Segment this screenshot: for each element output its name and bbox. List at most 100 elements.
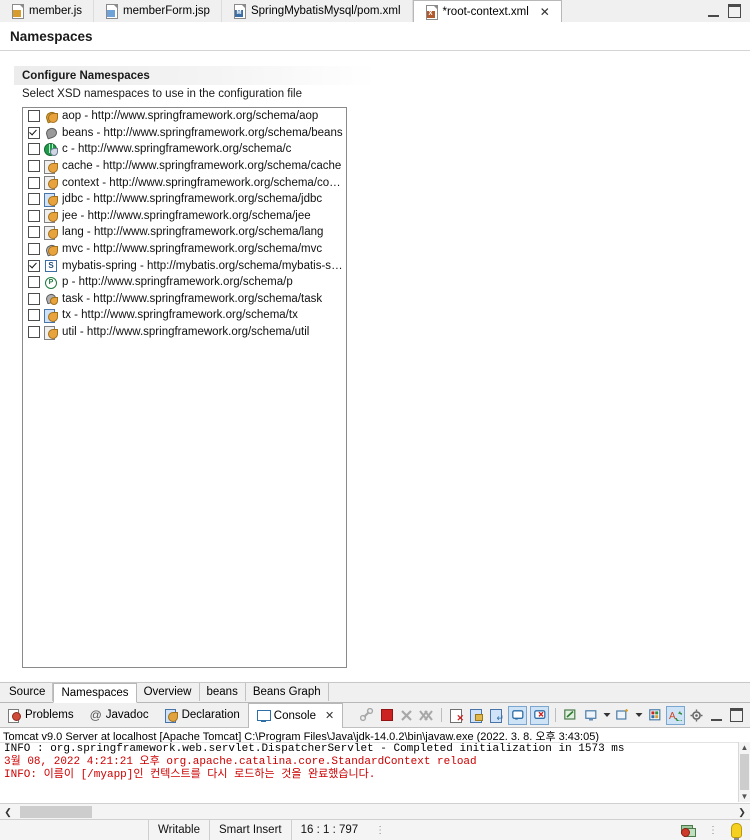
editor-tab-memberform-jsp[interactable]: memberForm.jsp xyxy=(94,0,222,22)
show-console-on-output-icon[interactable] xyxy=(508,705,527,725)
namespace-checkbox[interactable] xyxy=(28,309,40,322)
console-vscrollbar[interactable]: ▲ ▼ xyxy=(738,742,750,802)
editor-tab-root-context-xml[interactable]: X *root-context.xml ✕ xyxy=(412,0,562,24)
problems-icon xyxy=(8,708,21,723)
tip-of-the-day-icon[interactable] xyxy=(731,822,742,840)
hscroll-thumb[interactable] xyxy=(20,806,92,818)
scroll-down-icon[interactable]: ▼ xyxy=(741,791,749,802)
namespace-row[interactable]: context - http://www.springframework.org… xyxy=(23,174,346,191)
namespace-checkbox[interactable] xyxy=(28,110,40,123)
console-hscrollbar[interactable]: ❮ ❯ xyxy=(0,803,750,820)
clear-console-icon[interactable]: ✕ xyxy=(448,707,465,724)
mvc-namespace-icon xyxy=(44,243,59,257)
c-namespace-icon xyxy=(44,142,58,156)
status-left-spacer xyxy=(0,820,148,840)
namespace-row[interactable]: aop - http://www.springframework.org/sch… xyxy=(23,108,346,125)
view-tab-problems[interactable]: Problems xyxy=(0,703,82,727)
close-icon[interactable]: ✕ xyxy=(325,709,334,722)
editor-page-tabs: Source Namespaces Overview beans Beans Graph xyxy=(0,682,750,703)
remove-launch-icon[interactable] xyxy=(398,707,415,724)
display-selected-console-icon[interactable] xyxy=(582,707,599,724)
scroll-left-icon[interactable]: ❮ xyxy=(0,807,16,818)
editor-tab-label: SpringMybatisMysql/pom.xml xyxy=(250,5,401,17)
pin-console-icon[interactable] xyxy=(562,707,579,724)
vscroll-thumb[interactable] xyxy=(740,754,749,790)
namespace-checkbox[interactable] xyxy=(28,243,40,256)
chevron-down-icon[interactable] xyxy=(602,707,611,724)
word-wrap-icon[interactable]: ↵ xyxy=(488,707,505,724)
show-console-on-error-icon[interactable] xyxy=(530,705,549,725)
minimize-view-icon[interactable] xyxy=(708,707,725,724)
page-tab-overview[interactable]: Overview xyxy=(136,683,200,701)
namespace-row[interactable]: lang - http://www.springframework.org/sc… xyxy=(23,224,346,241)
page-tab-source[interactable]: Source xyxy=(2,683,54,701)
namespace-row[interactable]: c - http://www.springframework.org/schem… xyxy=(23,141,346,158)
jdbc-namespace-icon xyxy=(44,192,58,207)
console-monitor-icon xyxy=(256,709,271,722)
util-namespace-icon xyxy=(44,325,58,340)
view-tab-declaration[interactable]: Declaration xyxy=(156,703,248,727)
status-drag-handle[interactable]: ⋮ xyxy=(367,825,393,836)
namespace-label: mvc - http://www.springframework.org/sch… xyxy=(62,243,323,256)
svg-text:A: A xyxy=(669,711,676,721)
namespace-checkbox[interactable] xyxy=(28,160,40,173)
scroll-right-icon[interactable]: ❯ xyxy=(734,807,750,818)
namespace-list[interactable]: aop - http://www.springframework.org/sch… xyxy=(22,107,347,668)
gear-icon[interactable] xyxy=(688,707,705,724)
view-tab-console[interactable]: Console ✕ xyxy=(247,702,344,728)
maven-pom-file-icon: M xyxy=(233,4,246,19)
namespace-label: tx - http://www.springframework.org/sche… xyxy=(62,309,298,322)
namespace-row[interactable]: jee - http://www.springframework.org/sch… xyxy=(23,208,346,225)
namespace-row[interactable]: beans - http://www.springframework.org/s… xyxy=(23,125,346,142)
namespace-row[interactable]: Smybatis-spring - http://mybatis.org/sch… xyxy=(23,257,346,274)
chevron-down-icon[interactable] xyxy=(634,707,643,724)
editor-tab-pom-xml[interactable]: M SpringMybatisMysql/pom.xml xyxy=(221,0,413,22)
namespace-checkbox[interactable] xyxy=(28,143,40,156)
link-with-editor-icon[interactable] xyxy=(358,707,375,724)
remove-all-launches-icon[interactable] xyxy=(418,707,435,724)
namespace-row[interactable]: Pp - http://www.springframework.org/sche… xyxy=(23,274,346,291)
console-output[interactable]: INFO : org.springframework.web.servlet.D… xyxy=(0,742,750,803)
hscroll-track[interactable] xyxy=(16,806,734,818)
page-tab-beans[interactable]: beans xyxy=(199,683,246,701)
maximize-view-icon[interactable] xyxy=(728,707,745,724)
namespace-checkbox[interactable] xyxy=(28,259,40,272)
section-description: Select XSD namespaces to use in the conf… xyxy=(22,88,302,100)
maximize-icon[interactable] xyxy=(728,4,741,18)
editor-tab-label: *root-context.xml xyxy=(442,6,529,18)
auto-scroll-icon[interactable]: A xyxy=(666,705,685,725)
namespace-checkbox[interactable] xyxy=(28,326,40,339)
namespace-label: aop - http://www.springframework.org/sch… xyxy=(62,110,319,123)
build-status-icon[interactable] xyxy=(681,824,696,837)
namespace-row[interactable]: tx - http://www.springframework.org/sche… xyxy=(23,307,346,324)
namespace-row[interactable]: task - http://www.springframework.org/sc… xyxy=(23,291,346,308)
namespace-row[interactable]: mvc - http://www.springframework.org/sch… xyxy=(23,241,346,258)
page-tab-beans-graph[interactable]: Beans Graph xyxy=(245,683,329,701)
lang-namespace-icon xyxy=(44,225,58,240)
namespace-row[interactable]: cache - http://www.springframework.org/s… xyxy=(23,158,346,175)
close-icon[interactable]: ✕ xyxy=(540,6,550,18)
namespace-row[interactable]: util - http://www.springframework.org/sc… xyxy=(23,324,346,341)
namespace-checkbox[interactable] xyxy=(28,176,40,189)
namespace-checkbox[interactable] xyxy=(28,193,40,206)
page-tab-label: Source xyxy=(9,686,46,698)
namespace-checkbox[interactable] xyxy=(28,276,40,289)
namespace-checkbox[interactable] xyxy=(28,226,40,239)
editor-tab-member-js[interactable]: member.js xyxy=(0,0,95,22)
namespace-checkbox[interactable] xyxy=(28,292,40,305)
scroll-lock-icon[interactable] xyxy=(468,707,485,724)
namespace-row[interactable]: jdbc - http://www.springframework.org/sc… xyxy=(23,191,346,208)
declaration-icon xyxy=(164,708,178,723)
minimize-icon[interactable] xyxy=(708,6,719,17)
namespace-label: cache - http://www.springframework.org/s… xyxy=(62,160,342,173)
terminate-icon[interactable] xyxy=(378,707,395,724)
status-drag-handle[interactable]: ⋮ xyxy=(700,825,726,836)
scroll-up-icon[interactable]: ▲ xyxy=(741,742,749,753)
jsp-file-icon xyxy=(105,4,119,19)
namespace-checkbox[interactable] xyxy=(28,126,40,139)
open-console-icon[interactable] xyxy=(614,707,631,724)
namespace-checkbox[interactable] xyxy=(28,209,40,222)
servers-icon[interactable] xyxy=(646,707,663,724)
page-tab-namespaces[interactable]: Namespaces xyxy=(53,683,137,703)
view-tab-javadoc[interactable]: @ Javadoc xyxy=(81,703,157,727)
